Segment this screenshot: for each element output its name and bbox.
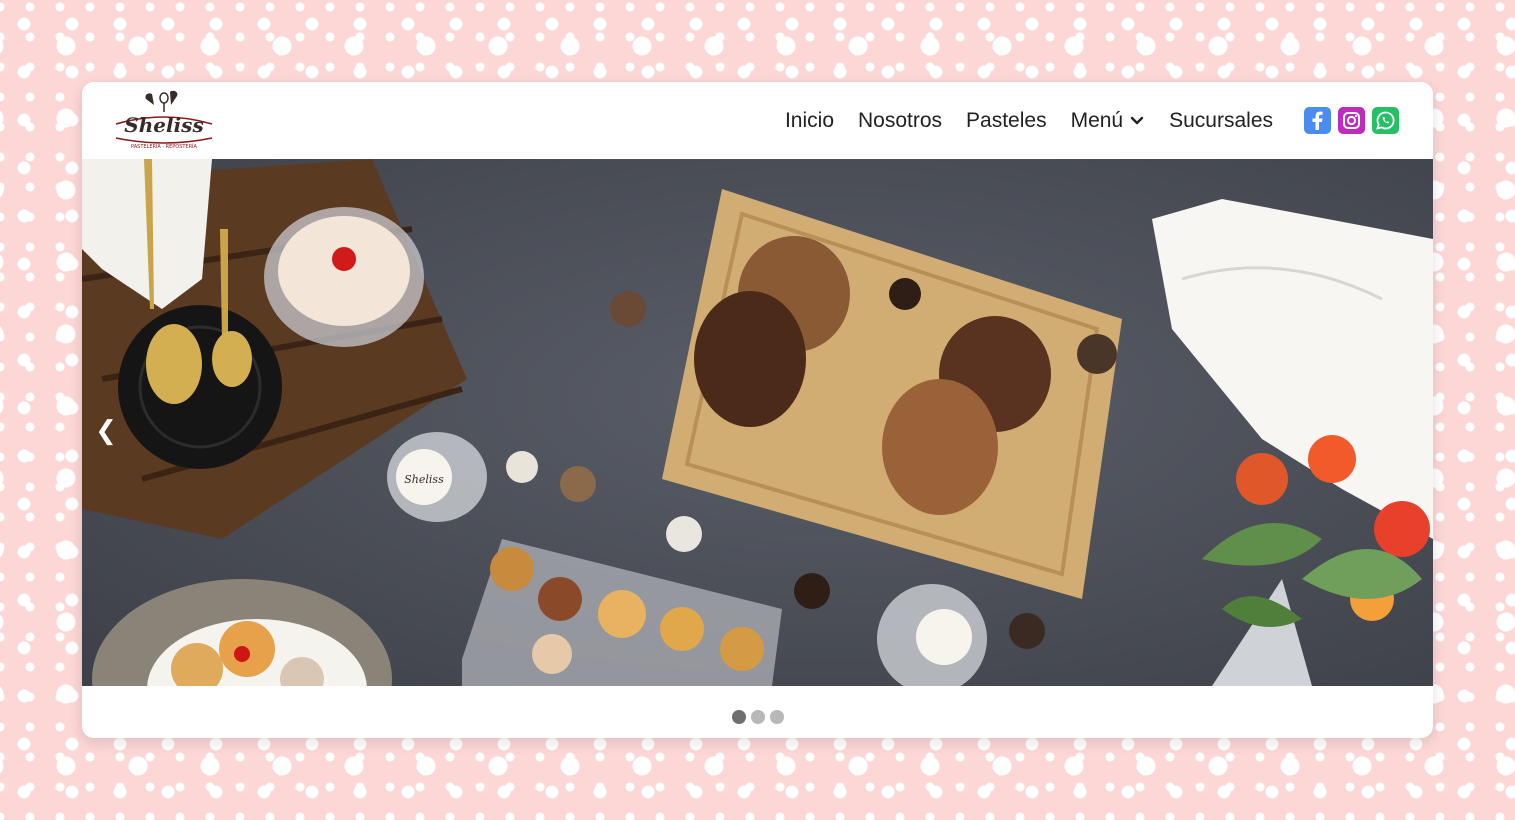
instagram-icon[interactable] xyxy=(1338,107,1365,134)
facebook-icon[interactable] xyxy=(1304,107,1331,134)
carousel-dot-1[interactable] xyxy=(731,710,746,724)
nav-sucursales-label: Sucursales xyxy=(1169,108,1273,132)
nav-sucursales[interactable]: Sucursales xyxy=(1169,109,1273,133)
logo-subtext: PASTELERÍA · REPOSTERÍA xyxy=(131,143,198,150)
hero-carousel: Sheliss ❮ xyxy=(82,159,1433,686)
nav-nosotros-label: Nosotros xyxy=(858,108,943,132)
logo-text: Sheliss xyxy=(124,113,203,137)
carousel-dot-3[interactable] xyxy=(769,710,784,724)
hero-slide-image: Sheliss xyxy=(82,159,1433,686)
main-card: Sheliss PASTELERÍA · REPOSTERÍA Inicio N… xyxy=(82,82,1433,738)
social-links xyxy=(1297,107,1399,134)
nav-menu-label: Menú xyxy=(1070,108,1124,132)
nav-pasteles-label: Pasteles xyxy=(966,108,1047,132)
nav-nosotros[interactable]: Nosotros xyxy=(858,109,942,133)
carousel-prev-button[interactable]: ❮ xyxy=(95,416,117,446)
nav-inicio[interactable]: Inicio xyxy=(785,109,834,133)
chevron-down-icon xyxy=(1129,113,1145,129)
carousel-indicators xyxy=(82,710,1433,724)
nav-menu-dropdown[interactable]: Menú xyxy=(1071,109,1146,133)
whatsapp-icon[interactable] xyxy=(1372,107,1399,134)
carousel-dot-2[interactable] xyxy=(750,710,765,724)
nav-inicio-label: Inicio xyxy=(784,108,834,132)
navbar: Sheliss PASTELERÍA · REPOSTERÍA Inicio N… xyxy=(82,82,1433,159)
logo[interactable]: Sheliss PASTELERÍA · REPOSTERÍA xyxy=(112,88,216,154)
main-nav: Inicio Nosotros Pasteles Menú Sucursales xyxy=(785,107,1399,134)
nav-pasteles[interactable]: Pasteles xyxy=(966,109,1047,133)
jar-label: Sheliss xyxy=(404,473,444,486)
